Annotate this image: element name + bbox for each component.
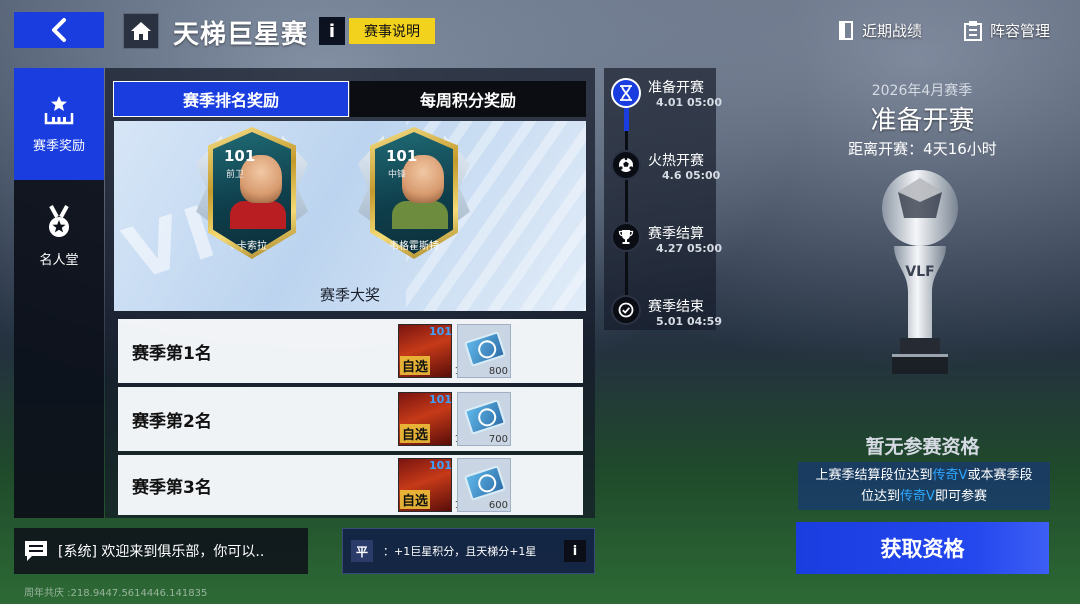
back-button[interactable] bbox=[14, 12, 104, 48]
qual-rank-highlight: 传奇V bbox=[932, 468, 968, 483]
qualification-line-2: 位达到传奇V即可参赛 bbox=[798, 486, 1050, 507]
qual-text: 或本赛季段 bbox=[967, 468, 1033, 483]
ticket-icon bbox=[463, 331, 507, 367]
lineup-manage-link[interactable]: 阵容管理 bbox=[964, 20, 1050, 41]
card-rating: 101 bbox=[224, 147, 256, 165]
qual-rank-highlight: 传奇V bbox=[900, 489, 935, 504]
rank-label: 赛季第3名 bbox=[132, 477, 212, 498]
card-player-name: 卡索拉 bbox=[237, 241, 267, 252]
player-card-2[interactable]: 101 中锋 韦格霍斯特 bbox=[358, 127, 470, 259]
player-pack-reward[interactable]: 101 自选 1 bbox=[398, 392, 461, 446]
lineup-manage-label: 阵容管理 bbox=[990, 22, 1051, 40]
sidebar-item-season-rewards[interactable]: 赛季奖励 bbox=[14, 68, 104, 180]
info-icon[interactable]: i bbox=[564, 540, 586, 562]
page-title: 天梯巨星赛 bbox=[173, 20, 309, 50]
card-position: 中锋 bbox=[388, 170, 407, 180]
player-pack-reward[interactable]: 101 自选 1 bbox=[398, 324, 461, 378]
timeline-step-time: 4.01 05:00 bbox=[656, 96, 722, 109]
home-icon bbox=[131, 22, 151, 40]
bonus-badge: 平 bbox=[351, 540, 373, 562]
chat-icon bbox=[14, 528, 58, 574]
card-position: 前卫 bbox=[226, 170, 245, 180]
recent-record-link[interactable]: 近期战绩 bbox=[838, 20, 922, 41]
recent-record-label: 近期战绩 bbox=[862, 22, 923, 40]
bonus-info-bar: 平 ：+1巨星积分，且天梯分+1星 i bbox=[342, 528, 595, 574]
rank-reward-row-1: 赛季第1名 101 自选 1 800 bbox=[118, 319, 583, 383]
rank-label: 赛季第2名 bbox=[132, 411, 212, 432]
clipboard-icon bbox=[964, 20, 982, 41]
document-icon bbox=[839, 21, 853, 40]
chevron-left-icon bbox=[52, 18, 66, 42]
ticket-amount: 800 bbox=[488, 366, 508, 377]
rank-label: 赛季第1名 bbox=[132, 343, 212, 364]
pack-tag: 自选 bbox=[400, 424, 431, 443]
footer-coords: 周年共庆 :218.9447.5614446.141835 bbox=[24, 588, 208, 599]
ticket-amount: 600 bbox=[488, 500, 508, 511]
star-podium-icon bbox=[44, 95, 74, 124]
timeline-step-time: 4.27 05:00 bbox=[656, 242, 722, 255]
check-circle-icon bbox=[611, 295, 641, 325]
grand-prize-caption: 赛季大奖 bbox=[319, 286, 380, 304]
rank-reward-row-2: 赛季第2名 101 自选 1 700 bbox=[118, 387, 583, 451]
timeline-step-label: 赛季结束 bbox=[648, 299, 704, 315]
ticket-reward[interactable]: 800 bbox=[457, 324, 511, 378]
qual-text: 上赛季结算段位达到 bbox=[815, 468, 933, 483]
season-countdown: 距离开赛：4天16小时 bbox=[848, 140, 997, 158]
qual-text: 位达到 bbox=[861, 489, 901, 504]
qualification-description: 上赛季结算段位达到传奇V或本赛季段 位达到传奇V即可参赛 bbox=[798, 462, 1050, 510]
trophy-image: VLF bbox=[882, 170, 958, 374]
sidebar-item-hall-of-fame[interactable]: 名人堂 bbox=[14, 180, 104, 292]
player-shirt bbox=[230, 201, 286, 229]
chat-box[interactable]: [系统] 欢迎来到俱乐部，你可以.. bbox=[14, 528, 308, 574]
pack-rating: 101 bbox=[429, 393, 452, 406]
tab-season-rank-rewards[interactable]: 赛季排名奖励 bbox=[113, 81, 349, 117]
pack-rating: 101 bbox=[429, 459, 452, 472]
timeline-step-label: 准备开赛 bbox=[648, 80, 704, 96]
timeline-step-label: 火热开赛 bbox=[648, 153, 704, 169]
player-card-1[interactable]: 101 前卫 卡索拉 bbox=[196, 127, 308, 259]
ticket-icon bbox=[463, 399, 507, 435]
no-qualification-title: 暂无参赛资格 bbox=[865, 436, 980, 458]
ticket-amount: 700 bbox=[488, 434, 508, 445]
qualification-line-1: 上赛季结算段位达到传奇V或本赛季段 bbox=[798, 465, 1050, 486]
medal-icon bbox=[49, 204, 69, 237]
card-rating: 101 bbox=[386, 147, 418, 165]
chat-message: [系统] 欢迎来到俱乐部，你可以.. bbox=[58, 544, 265, 560]
trophy-engraving: VLF bbox=[905, 264, 934, 280]
hourglass-icon bbox=[611, 78, 641, 108]
player-pack-reward[interactable]: 101 自选 1 bbox=[398, 458, 461, 512]
season-name: 2026年4月赛季 bbox=[871, 83, 973, 99]
ticket-reward[interactable]: 700 bbox=[457, 392, 511, 446]
grand-prize-banner: VIP 101 前卫 卡索拉 101 中锋 韦格霍斯特 赛季大奖 bbox=[114, 121, 586, 311]
ticket-icon bbox=[463, 465, 507, 501]
rank-reward-row-3: 赛季第3名 101 自选 1 600 bbox=[118, 455, 583, 515]
card-player-name: 韦格霍斯特 bbox=[389, 241, 439, 252]
info-icon[interactable]: i bbox=[319, 17, 345, 45]
timeline-step-time: 4.6 05:00 bbox=[662, 169, 721, 182]
sidebar-item-label: 名人堂 bbox=[39, 252, 79, 268]
qual-text: 即可参赛 bbox=[934, 489, 987, 504]
tab-weekly-points-rewards[interactable]: 每周积分奖励 bbox=[350, 81, 586, 117]
home-button[interactable] bbox=[123, 13, 159, 49]
sidebar-item-label: 赛季奖励 bbox=[32, 138, 85, 154]
pack-tag: 自选 bbox=[400, 356, 431, 375]
get-qualification-button[interactable]: 获取资格 bbox=[796, 522, 1049, 574]
timeline-step-time: 5.01 04:59 bbox=[656, 315, 722, 328]
player-shirt bbox=[392, 201, 448, 229]
season-status: 准备开赛 bbox=[870, 106, 975, 136]
ticket-reward[interactable]: 600 bbox=[457, 458, 511, 512]
pack-tag: 自选 bbox=[400, 490, 431, 509]
timeline-step-label: 赛季结算 bbox=[648, 226, 704, 242]
soccer-ball-icon bbox=[611, 150, 641, 180]
bonus-text: ：+1巨星积分，且天梯分+1星 bbox=[383, 545, 537, 558]
pack-rating: 101 bbox=[429, 325, 452, 338]
left-nav: 赛季奖励 名人堂 bbox=[14, 68, 104, 518]
trophy-icon bbox=[611, 222, 641, 252]
rules-button[interactable]: 赛事说明 bbox=[349, 18, 435, 44]
